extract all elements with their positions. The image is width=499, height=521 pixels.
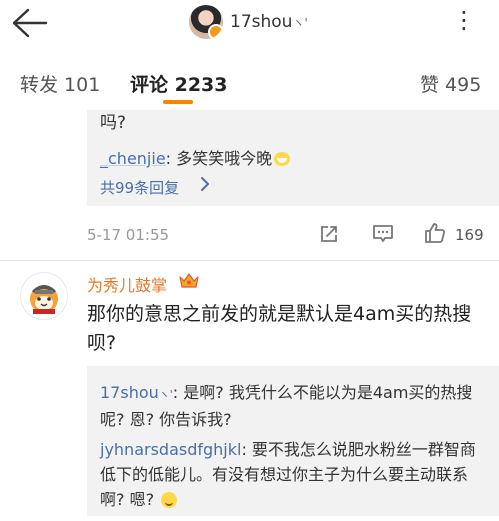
reply-username[interactable]: _chenjie [100, 149, 166, 168]
chevron-right-icon[interactable] [200, 176, 210, 192]
comment-author[interactable]: 为秀儿鼓掌 [87, 272, 167, 296]
active-tab-indicator [163, 100, 193, 104]
reply-text-fragment: 吗? [100, 113, 127, 133]
comment-icon[interactable] [372, 224, 394, 244]
laugh-emoji-icon [274, 152, 291, 166]
reply-username[interactable]: jyhnarsdasdfghjkl [100, 440, 241, 459]
tab-comment[interactable]: 评论 2233 [130, 70, 228, 97]
vip-crown-icon [178, 272, 200, 290]
title-text: 17shou [230, 12, 293, 32]
reply-item: jyhnarsdasdfghjkl: 要不我怎么说肥水粉丝一群智商低下的低能儿。… [100, 437, 480, 512]
like-count: 169 [455, 226, 484, 244]
smile-emoji-icon [161, 492, 178, 508]
reply-username[interactable]: 17shou [100, 383, 159, 402]
tab-like[interactable]: 赞 495 [420, 70, 481, 97]
verified-badge-icon [208, 24, 223, 39]
like-thumb-icon[interactable] [424, 222, 446, 244]
back-arrow-icon[interactable] [8, 6, 50, 40]
comment-date: 5-17 01:55 [87, 226, 170, 244]
avatar[interactable] [189, 5, 223, 39]
reply-item: 17shouヽ': 是啊? 我凭什么不能以为是4am买的热搜呢? 恩? 你告诉我… [100, 380, 480, 432]
divider [0, 260, 499, 261]
comment-text: 那你的意思之前发的就是默认是4am买的热搜呗? [87, 303, 472, 354]
reply-text: 多笑笑哦今晚 [171, 149, 273, 168]
page-title: 17shouヽ' [230, 12, 308, 32]
more-dots-icon[interactable]: ⋮ [452, 6, 477, 34]
reply-line: _chenjie: 多笑笑哦今晚 [100, 145, 291, 169]
avatar[interactable] [20, 272, 68, 320]
verified-marks: ヽ' [292, 16, 308, 30]
tab-repost[interactable]: 转发 101 [20, 70, 100, 97]
view-more-replies-link[interactable]: 共99条回复 [100, 177, 179, 198]
share-icon[interactable] [319, 224, 339, 244]
verified-marks: ヽ' [158, 388, 173, 401]
